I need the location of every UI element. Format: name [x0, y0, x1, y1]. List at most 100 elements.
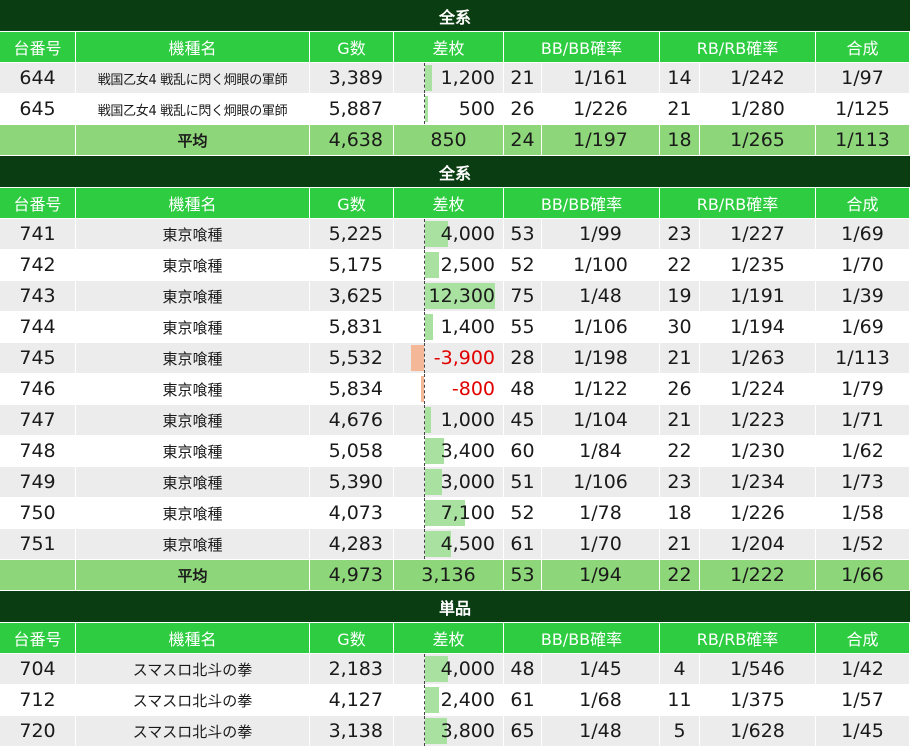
rb-count: 22	[660, 250, 700, 280]
header-diff: 差枚	[394, 32, 504, 62]
section-title: 全系	[0, 156, 910, 188]
rb-count: 14	[660, 63, 700, 93]
game-count: 4,676	[310, 405, 394, 435]
header-bb: BB/BB確率	[504, 623, 660, 653]
diff-bar	[410, 345, 424, 371]
avg-bb-rate: 1/94	[542, 560, 660, 590]
diff-value: 500	[458, 98, 495, 120]
avg-game-count: 4,973	[310, 560, 394, 590]
table-row: 751 東京喰種 4,283 4,500 61 1/70 21 1/204 1/52	[0, 529, 910, 560]
machine-name: 東京喰種	[76, 374, 310, 404]
machine-name: 東京喰種	[76, 250, 310, 280]
diff-baseline	[424, 343, 425, 373]
rb-count: 19	[660, 281, 700, 311]
game-count: 5,532	[310, 343, 394, 373]
bb-count: 60	[504, 436, 542, 466]
rb-count: 30	[660, 312, 700, 342]
header-id: 台番号	[0, 188, 76, 218]
diff-bar	[425, 314, 433, 340]
rb-count: 23	[660, 467, 700, 497]
table-row: 749 東京喰種 5,390 3,000 51 1/106 23 1/234 1/73	[0, 467, 910, 498]
rb-count: 5	[660, 716, 700, 746]
avg-label: 平均	[76, 560, 310, 590]
machine-name: 戦国乙女4 戦乱に閃く炯眼の軍師	[76, 94, 310, 124]
rb-rate: 1/234	[700, 467, 816, 497]
table-row: 645 戦国乙女4 戦乱に閃く炯眼の軍師 5,887 500 26 1/226 21 1/28…	[0, 94, 910, 125]
machine-id: 743	[0, 281, 76, 311]
diff-value: 3,000	[440, 471, 495, 493]
diff-bar	[425, 407, 431, 433]
machine-id: 712	[0, 685, 76, 715]
game-count: 5,887	[310, 94, 394, 124]
machine-name: 東京喰種	[76, 343, 310, 373]
bb-count: 51	[504, 467, 542, 497]
header-id: 台番号	[0, 32, 76, 62]
table-row: 712 スマスロ北斗の拳 4,127 2,400 61 1/68 11 1/375 1/57	[0, 685, 910, 716]
section-title: 全系	[0, 0, 910, 32]
total-rate: 1/70	[816, 250, 910, 280]
table-row: 720 スマスロ北斗の拳 3,138 3,800 65 1/48 5 1/628 1/45	[0, 716, 910, 747]
rb-rate: 1/223	[700, 405, 816, 435]
bb-count: 55	[504, 312, 542, 342]
header-name: 機種名	[76, 188, 310, 218]
diff-cell: 3,000	[394, 467, 504, 497]
bb-rate: 1/226	[542, 94, 660, 124]
total-rate: 1/97	[816, 63, 910, 93]
total-rate: 1/113	[816, 343, 910, 373]
machine-id: 645	[0, 94, 76, 124]
bb-count: 61	[504, 685, 542, 715]
total-rate: 1/73	[816, 467, 910, 497]
avg-diff: 850	[394, 125, 504, 155]
bb-count: 26	[504, 94, 542, 124]
avg-total-rate: 1/113	[816, 125, 910, 155]
diff-value: 4,000	[440, 223, 495, 245]
bb-rate: 1/161	[542, 63, 660, 93]
avg-bb-count: 24	[504, 125, 542, 155]
bb-count: 48	[504, 654, 542, 684]
rb-count: 21	[660, 405, 700, 435]
bb-rate: 1/100	[542, 250, 660, 280]
bb-rate: 1/68	[542, 685, 660, 715]
diff-value: -800	[451, 378, 495, 400]
machine-name: スマスロ北斗の拳	[76, 654, 310, 684]
header-g: G数	[310, 188, 394, 218]
rb-rate: 1/375	[700, 685, 816, 715]
diff-bar	[425, 96, 428, 122]
rb-rate: 1/204	[700, 529, 816, 559]
table-row: 644 戦国乙女4 戦乱に閃く炯眼の軍師 3,389 1,200 21 1/161 14 1/…	[0, 63, 910, 94]
diff-bar	[425, 65, 432, 91]
avg-rb-rate: 1/265	[700, 125, 816, 155]
machine-name: 東京喰種	[76, 219, 310, 249]
game-count: 2,183	[310, 654, 394, 684]
diff-value: 1,000	[440, 409, 495, 431]
avg-bb-count: 53	[504, 560, 542, 590]
total-rate: 1/125	[816, 94, 910, 124]
avg-id-blank	[0, 125, 76, 155]
bb-count: 52	[504, 250, 542, 280]
avg-id-blank	[0, 560, 76, 590]
table-row: 747 東京喰種 4,676 1,000 45 1/104 21 1/223 1/71	[0, 405, 910, 436]
machine-name: 東京喰種	[76, 498, 310, 528]
table-row: 744 東京喰種 5,831 1,400 55 1/106 30 1/194 1/69	[0, 312, 910, 343]
header-name: 機種名	[76, 623, 310, 653]
rb-rate: 1/194	[700, 312, 816, 342]
diff-value: 2,400	[440, 689, 495, 711]
diff-bar	[421, 376, 424, 402]
total-rate: 1/79	[816, 374, 910, 404]
bb-count: 53	[504, 219, 542, 249]
machine-name: 東京喰種	[76, 467, 310, 497]
bb-rate: 1/45	[542, 654, 660, 684]
header-id: 台番号	[0, 623, 76, 653]
bb-count: 65	[504, 716, 542, 746]
diff-cell: 1,000	[394, 405, 504, 435]
diff-cell: 4,000	[394, 654, 504, 684]
diff-value: 4,000	[440, 658, 495, 680]
game-count: 3,389	[310, 63, 394, 93]
average-row: 平均 4,638 850 24 1/197 18 1/265 1/113	[0, 125, 910, 156]
rb-rate: 1/230	[700, 436, 816, 466]
rb-rate: 1/235	[700, 250, 816, 280]
diff-value: 7,100	[440, 502, 495, 524]
rb-rate: 1/226	[700, 498, 816, 528]
machine-id: 751	[0, 529, 76, 559]
total-rate: 1/62	[816, 436, 910, 466]
